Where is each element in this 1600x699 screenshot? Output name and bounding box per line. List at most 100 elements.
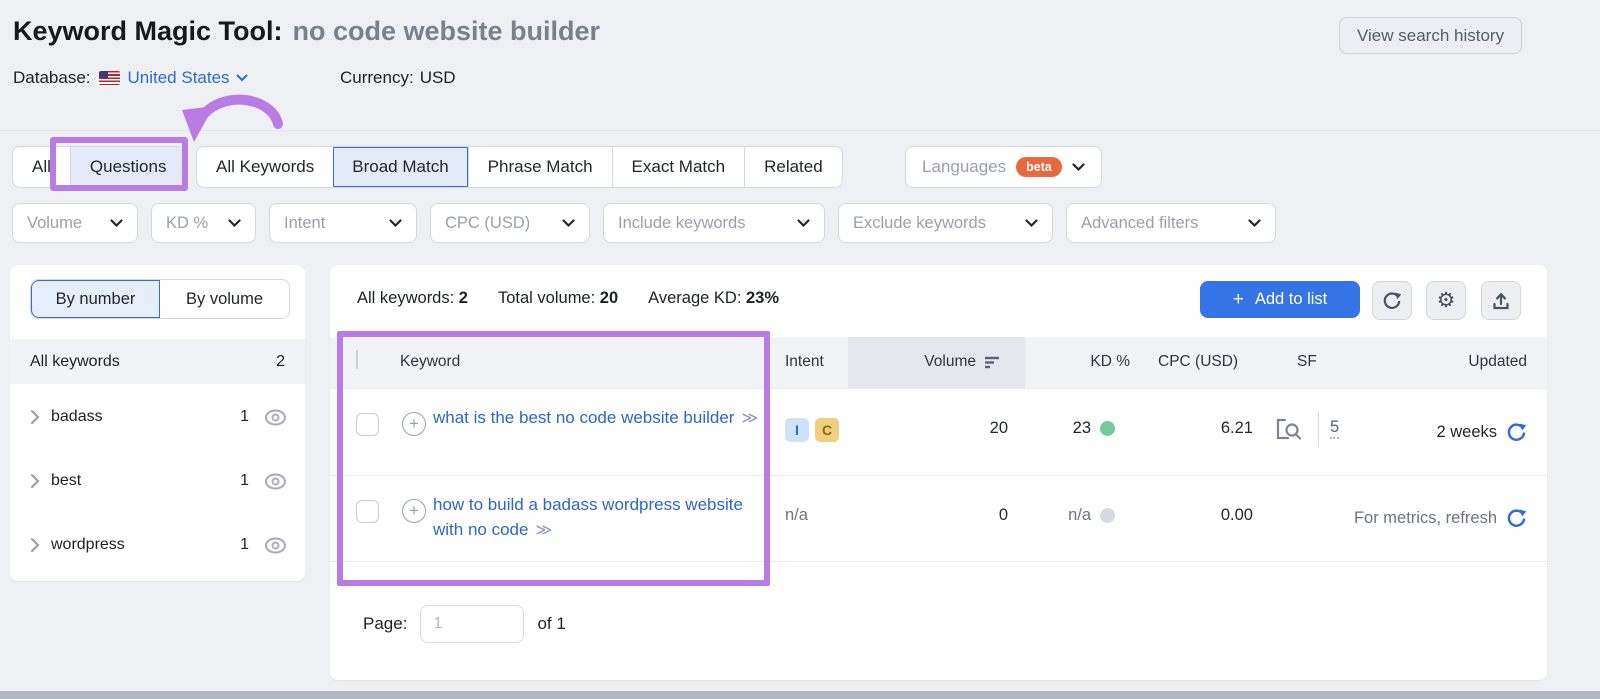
cell-divider — [1318, 411, 1319, 447]
row-checkbox[interactable] — [356, 500, 379, 523]
question-tabs-group: All Questions — [12, 146, 187, 188]
currency-value: USD — [419, 68, 456, 87]
table-header-row: Keyword Intent Volume KD % CPC (USD) SF … — [330, 337, 1547, 388]
row-refresh-button[interactable] — [1506, 508, 1527, 529]
filter-label: Include keywords — [618, 213, 746, 232]
chevron-down-icon — [228, 218, 241, 227]
chevron-right-icon — [30, 409, 40, 425]
double-chevron-icon: ≫ — [741, 410, 758, 427]
serp-preview-icon[interactable] — [1275, 417, 1303, 443]
by-number-toggle[interactable]: By number — [31, 280, 160, 318]
exclude-keywords-dropdown[interactable]: Exclude keywords — [838, 203, 1053, 243]
sidebar-item-badass[interactable]: badass 1 — [10, 385, 305, 449]
intent-filter-dropdown[interactable]: Intent — [269, 203, 417, 243]
database-selector[interactable]: United States — [128, 68, 248, 88]
updated-cell: For metrics, refresh — [1320, 476, 1527, 561]
page-title: Keyword Magic Tool: no code website buil… — [13, 16, 600, 47]
column-header-sf[interactable]: SF — [1297, 353, 1317, 371]
settings-button[interactable]: ⚙ — [1426, 281, 1466, 320]
stat-label: Average KD: — [648, 289, 742, 307]
filter-label: Intent — [284, 213, 326, 232]
chevron-right-icon — [30, 473, 40, 489]
us-flag-icon — [98, 71, 120, 85]
tab-related[interactable]: Related — [744, 147, 842, 187]
kd-cell: 23 — [985, 419, 1115, 438]
tab-all-keywords[interactable]: All Keywords — [197, 147, 333, 187]
tab-questions[interactable]: Questions — [69, 147, 186, 187]
filter-label: Volume — [27, 213, 83, 232]
include-keywords-dropdown[interactable]: Include keywords — [603, 203, 825, 243]
kd-value: n/a — [1068, 506, 1091, 524]
kd-difficulty-dot — [1100, 508, 1115, 523]
eye-icon[interactable] — [264, 537, 287, 554]
filter-label: KD % — [166, 213, 209, 232]
keyword-link[interactable]: how to build a badass wordpress website … — [433, 492, 768, 543]
filter-label: Advanced filters — [1081, 213, 1199, 232]
plus-circle-icon[interactable]: + — [402, 412, 426, 436]
sidebar-item-best[interactable]: best 1 — [10, 449, 305, 513]
double-chevron-icon: ≫ — [535, 522, 552, 539]
cpc-value: 6.21 — [1220, 419, 1253, 437]
updated-text: 2 weeks — [1436, 423, 1497, 441]
group-label: wordpress — [51, 536, 125, 553]
select-all-checkbox[interactable] — [356, 350, 358, 369]
eye-icon[interactable] — [264, 409, 287, 426]
table-row: + how to build a badass wordpress websit… — [330, 475, 1547, 562]
keyword-link[interactable]: what is the best no code website builder… — [433, 405, 768, 431]
database-label: Database: — [13, 68, 91, 87]
chevron-down-icon — [235, 74, 248, 82]
group-label: best — [51, 472, 82, 489]
chevron-down-icon — [797, 218, 810, 227]
column-header-updated[interactable]: Updated — [1410, 353, 1527, 371]
tab-exact-match[interactable]: Exact Match — [611, 147, 745, 187]
column-header-cpc[interactable]: CPC (USD) — [1158, 353, 1238, 371]
languages-label: Languages — [922, 157, 1007, 176]
keyword-results-panel: All keywords: 2 Total volume: 20 Average… — [330, 265, 1547, 680]
cpc-filter-dropdown[interactable]: CPC (USD) — [430, 203, 590, 243]
page-input[interactable] — [420, 605, 525, 643]
search-query: no code website builder — [292, 16, 601, 46]
view-search-history-button[interactable]: View search history — [1339, 17, 1523, 54]
sidebar-item-all-keywords[interactable]: All keywords 2 — [10, 339, 305, 384]
stat-label: Total volume: — [497, 289, 596, 307]
export-icon — [1493, 292, 1509, 309]
refresh-button[interactable] — [1372, 281, 1412, 320]
row-checkbox[interactable] — [356, 413, 379, 436]
export-button[interactable] — [1481, 281, 1521, 320]
currency-label: Currency: — [340, 68, 414, 87]
column-header-keyword[interactable]: Keyword — [400, 353, 460, 371]
sidebar-item-wordpress[interactable]: wordpress 1 — [10, 513, 305, 577]
add-to-list-label: Add to list — [1254, 290, 1328, 308]
by-volume-toggle[interactable]: By volume — [160, 280, 289, 318]
stat-average-kd: Average KD: 23% — [648, 289, 779, 308]
group-label: badass — [51, 408, 103, 425]
kd-filter-dropdown[interactable]: KD % — [151, 203, 256, 243]
row-refresh-button[interactable] — [1506, 422, 1527, 443]
tab-all[interactable]: All — [13, 147, 70, 187]
database-value: United States — [127, 68, 230, 87]
refresh-icon — [1383, 291, 1402, 309]
languages-dropdown[interactable]: Languages beta — [905, 146, 1102, 188]
bottom-bar — [0, 691, 1600, 699]
volume-filter-dropdown[interactable]: Volume — [12, 203, 138, 243]
add-to-list-button[interactable]: + Add to list — [1200, 281, 1360, 318]
tab-broad-match[interactable]: Broad Match — [333, 147, 468, 187]
advanced-filters-dropdown[interactable]: Advanced filters — [1066, 203, 1276, 243]
column-header-volume[interactable]: Volume — [870, 353, 1000, 371]
checkbox[interactable] — [356, 350, 358, 369]
table-row: + what is the best no code website build… — [330, 388, 1547, 476]
column-header-intent[interactable]: Intent — [785, 353, 824, 371]
eye-icon[interactable] — [264, 473, 287, 490]
chevron-down-icon — [1072, 162, 1085, 171]
column-header-kd[interactable]: KD % — [1020, 353, 1130, 371]
tab-phrase-match[interactable]: Phrase Match — [467, 147, 612, 187]
intent-na: n/a — [785, 506, 808, 524]
refresh-icon — [1507, 423, 1527, 441]
sidebar-sort-toggle: By number By volume — [30, 279, 290, 319]
plus-circle-icon[interactable]: + — [402, 499, 426, 523]
stat-total-volume: Total volume: 20 — [498, 289, 618, 308]
sort-descending-icon — [985, 356, 999, 369]
chevron-down-icon — [1025, 218, 1038, 227]
keyword-groups-sidebar: By number By volume All keywords 2 badas… — [10, 265, 305, 581]
gear-icon: ⚙ — [1436, 289, 1456, 312]
